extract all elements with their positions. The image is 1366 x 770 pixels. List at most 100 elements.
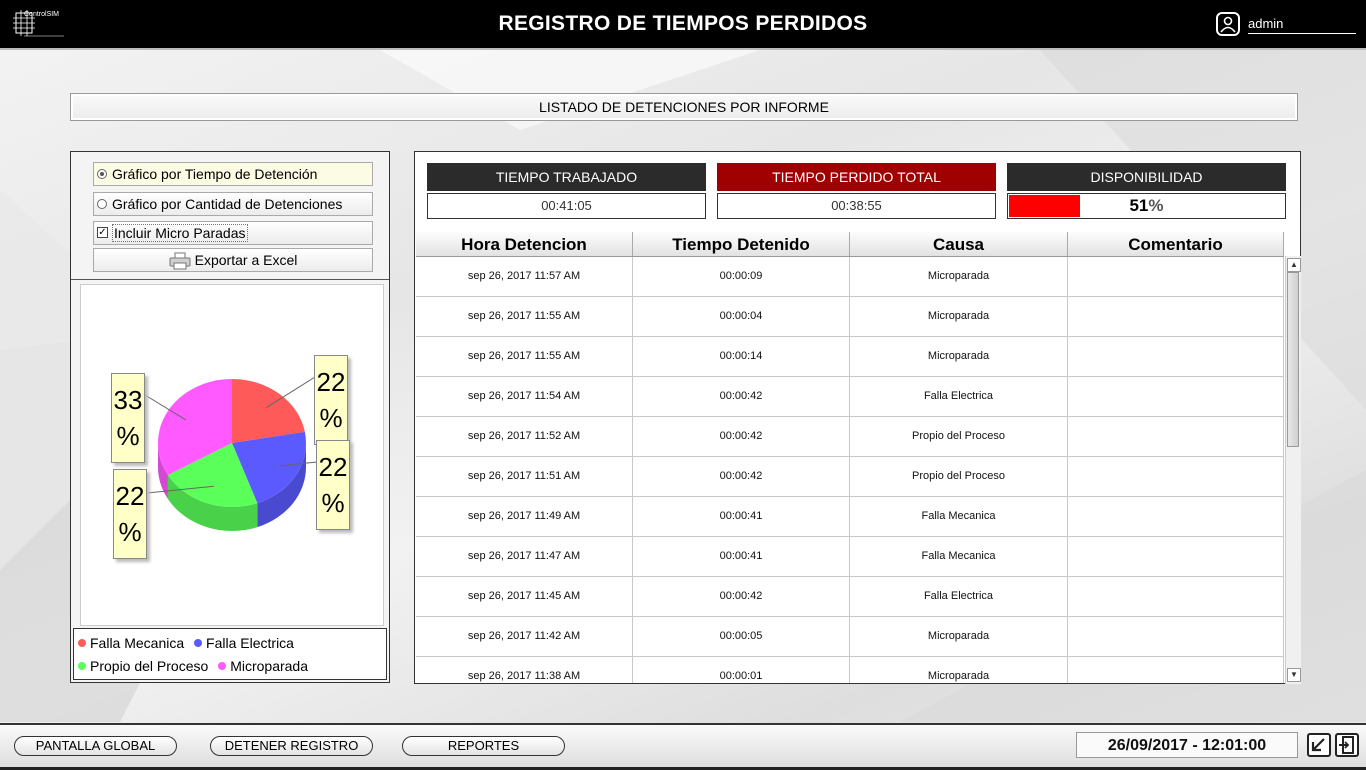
table-header: Hora Detencion Tiempo Detenido Causa Com… — [416, 232, 1284, 257]
current-datetime: 26/09/2017 - 12:01:00 — [1076, 732, 1298, 758]
cell-comentario — [1068, 417, 1284, 456]
scroll-thumb[interactable] — [1287, 272, 1299, 447]
scroll-up-icon[interactable]: ▲ — [1287, 258, 1301, 272]
cell-causa: Microparada — [850, 657, 1068, 683]
table-row[interactable]: sep 26, 2017 11:54 AM 00:00:42 Falla Elect… — [416, 377, 1284, 417]
chart-by-time-label: Gráfico por Tiempo de Detención — [112, 166, 318, 182]
minimize-icon[interactable] — [1307, 733, 1331, 757]
chart-by-count-option[interactable]: Gráfico por Cantidad de Detenciones — [93, 192, 373, 216]
user-icon[interactable] — [1216, 12, 1240, 36]
checkbox-checked-icon[interactable]: ✓ — [97, 227, 108, 238]
column-header-causa[interactable]: Causa — [850, 232, 1068, 256]
legend-item: Propio del Proceso — [78, 655, 208, 678]
pie-chart-area: 22 % 22 % 22 % 33 % — [80, 284, 384, 626]
availability-header: DISPONIBILIDAD — [1007, 163, 1286, 191]
global-screen-button[interactable]: PANTALLA GLOBAL — [14, 736, 177, 756]
cell-causa: Falla Electrica — [850, 577, 1068, 616]
cell-hora: sep 26, 2017 11:42 AM — [416, 617, 633, 656]
legend-item: Falla Electrica — [194, 632, 294, 655]
panel-divider — [71, 279, 389, 280]
radio-icon[interactable] — [97, 199, 107, 209]
legend-label: Propio del Proceso — [90, 658, 209, 674]
app-title: REGISTRO DE TIEMPOS PERDIDOS — [498, 12, 868, 35]
legend-label: Falla Mecanica — [90, 635, 185, 651]
pie-label-propio-proceso: 22 % — [113, 469, 147, 559]
export-label: Exportar a Excel — [194, 252, 298, 268]
table-row[interactable]: sep 26, 2017 11:47 AM 00:00:41 Falla Mecan… — [416, 537, 1284, 577]
chart-by-time-option[interactable]: Gráfico por Tiempo de Detención — [93, 162, 373, 186]
legend-dot — [194, 639, 203, 647]
chart-options-panel: Gráfico por Tiempo de Detención Gráfico … — [70, 151, 390, 683]
lost-time-value: 00:38:55 — [717, 193, 996, 219]
column-header-hora[interactable]: Hora Detencion — [416, 232, 633, 256]
cell-comentario — [1068, 337, 1284, 376]
table-scrollbar[interactable]: ▲ ▼ — [1285, 256, 1301, 684]
cell-hora: sep 26, 2017 11:49 AM — [416, 497, 633, 536]
legend-dot — [78, 662, 86, 670]
table-row[interactable]: sep 26, 2017 11:52 AM 00:00:42 Propio del … — [416, 417, 1284, 457]
cell-comentario — [1068, 577, 1284, 616]
cell-tiempo: 00:00:42 — [633, 377, 850, 416]
cell-tiempo: 00:00:41 — [633, 537, 850, 576]
pie-label-microparada: 33 % — [111, 373, 145, 463]
footer-bar: PANTALLA GLOBAL DETENER REGISTRO REPORTE… — [0, 723, 1366, 770]
availability-bar: 51% — [1007, 193, 1286, 219]
column-header-comentario[interactable]: Comentario — [1068, 232, 1284, 256]
table-row[interactable]: sep 26, 2017 11:55 AM 00:00:04 Microparada — [416, 297, 1284, 337]
column-header-tiempo[interactable]: Tiempo Detenido — [633, 232, 850, 256]
include-micro-option[interactable]: ✓ Incluir Micro Paradas — [93, 221, 373, 245]
table-row[interactable]: sep 26, 2017 11:57 AM 00:00:09 Microparada — [416, 257, 1284, 297]
table-row[interactable]: sep 26, 2017 11:38 AM 00:00:01 Microparada — [416, 657, 1284, 683]
cell-comentario — [1068, 497, 1284, 536]
detentions-panel: TIEMPO TRABAJADO 00:41:05 TIEMPO PERDIDO… — [414, 151, 1301, 684]
legend-label: Falla Electrica — [206, 635, 294, 651]
table-row[interactable]: sep 26, 2017 11:45 AM 00:00:42 Falla Elect… — [416, 577, 1284, 617]
cell-tiempo: 00:00:41 — [633, 497, 850, 536]
cell-tiempo: 00:00:42 — [633, 577, 850, 616]
cell-hora: sep 26, 2017 11:52 AM — [416, 417, 633, 456]
cell-comentario — [1068, 657, 1284, 683]
include-micro-label: Incluir Micro Paradas — [112, 224, 248, 242]
export-excel-button[interactable]: Exportar a Excel — [93, 248, 373, 272]
table-row[interactable]: sep 26, 2017 11:55 AM 00:00:14 Microparada — [416, 337, 1284, 377]
cell-hora: sep 26, 2017 11:45 AM — [416, 577, 633, 616]
cell-comentario — [1068, 457, 1284, 496]
scroll-down-icon[interactable]: ▼ — [1287, 668, 1301, 682]
radio-selected-icon[interactable] — [97, 169, 107, 179]
table-row[interactable]: sep 26, 2017 11:51 AM 00:00:42 Propio del … — [416, 457, 1284, 497]
availability-value: 51 — [1129, 196, 1149, 215]
pie-slice[interactable] — [232, 379, 305, 443]
cell-tiempo: 00:00:09 — [633, 257, 850, 296]
cell-hora: sep 26, 2017 11:55 AM — [416, 297, 633, 336]
cell-tiempo: 00:00:01 — [633, 657, 850, 683]
cell-hora: sep 26, 2017 11:57 AM — [416, 257, 633, 296]
cell-tiempo: 00:00:42 — [633, 457, 850, 496]
cell-comentario — [1068, 617, 1284, 656]
cell-causa: Microparada — [850, 337, 1068, 376]
cell-hora: sep 26, 2017 11:54 AM — [416, 377, 633, 416]
legend-dot — [78, 639, 86, 647]
legend-item: Falla Mecanica — [78, 632, 184, 655]
cell-tiempo: 00:00:05 — [633, 617, 850, 656]
cell-tiempo: 00:00:04 — [633, 297, 850, 336]
availability-fill — [1009, 195, 1080, 217]
cell-causa: Propio del Proceso — [850, 417, 1068, 456]
cell-hora: sep 26, 2017 11:47 AM — [416, 537, 633, 576]
user-name[interactable]: admin — [1248, 16, 1356, 34]
lost-time-header: TIEMPO PERDIDO TOTAL — [717, 163, 996, 191]
pie-label-falla-electrica: 22 % — [316, 440, 350, 530]
table-row[interactable]: sep 26, 2017 11:42 AM 00:00:05 Microparada — [416, 617, 1284, 657]
cell-causa: Microparada — [850, 297, 1068, 336]
cell-causa: Microparada — [850, 617, 1068, 656]
cell-hora: sep 26, 2017 11:55 AM — [416, 337, 633, 376]
cell-comentario — [1068, 377, 1284, 416]
stop-register-button[interactable]: DETENER REGISTRO — [210, 736, 373, 756]
exit-icon[interactable] — [1335, 733, 1359, 757]
chart-by-count-label: Gráfico por Cantidad de Detenciones — [112, 196, 343, 212]
detentions-table: Hora Detencion Tiempo Detenido Causa Com… — [416, 232, 1284, 683]
reports-button[interactable]: REPORTES — [402, 736, 565, 756]
legend-dot — [218, 662, 227, 670]
cell-hora: sep 26, 2017 11:38 AM — [416, 657, 633, 683]
table-row[interactable]: sep 26, 2017 11:49 AM 00:00:41 Falla Mecan… — [416, 497, 1284, 537]
cell-causa: Falla Mecanica — [850, 497, 1068, 536]
